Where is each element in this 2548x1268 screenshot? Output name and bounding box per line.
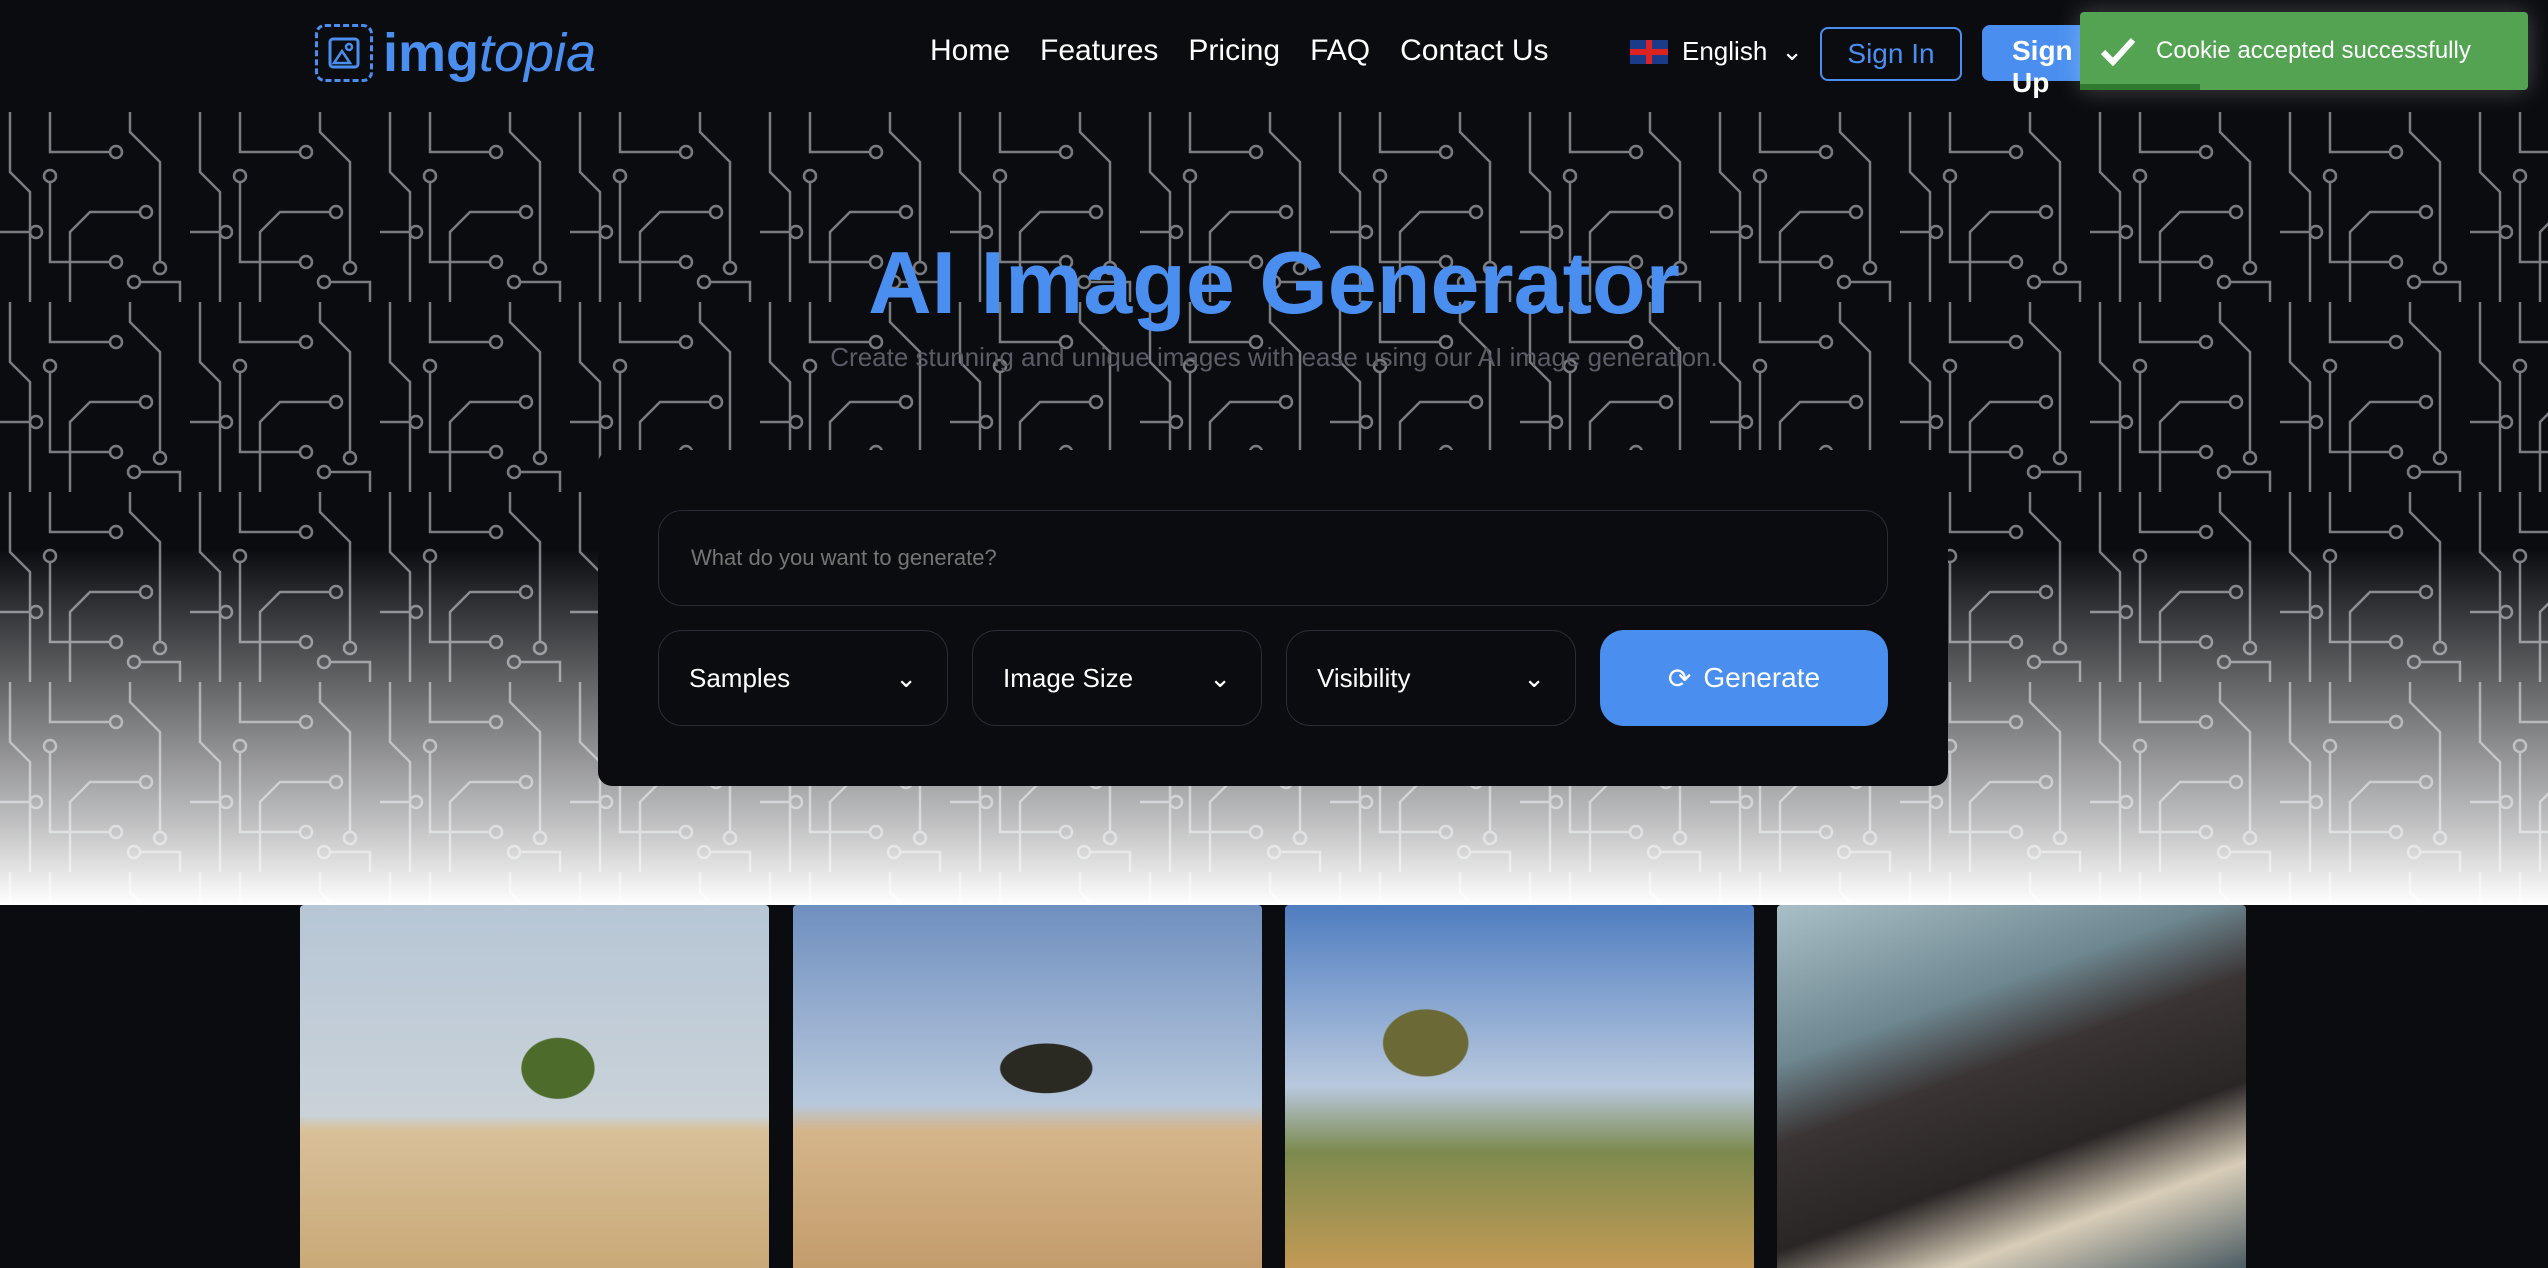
generator-card: Samples ⌄ Image Size ⌄ Visibility ⌄ ⟳ Genera… — [598, 450, 1948, 786]
chevron-down-icon: ⌄ — [895, 662, 917, 693]
visibility-select[interactable]: Visibility ⌄ — [1286, 630, 1576, 726]
nav-pricing[interactable]: Pricing — [1188, 34, 1280, 68]
gallery-image-desert-tree[interactable] — [300, 905, 769, 1268]
logo-text-bold: img — [383, 23, 480, 83]
image-size-label: Image Size — [1003, 662, 1134, 693]
samples-select[interactable]: Samples ⌄ — [658, 630, 948, 726]
prompt-input[interactable] — [658, 510, 1888, 606]
nav-home[interactable]: Home — [930, 34, 1010, 68]
language-selector[interactable]: English ⌄ — [1630, 36, 1803, 67]
toast-progress — [2080, 84, 2200, 90]
generate-button[interactable]: ⟳ Generate — [1600, 630, 1888, 726]
generate-label: Generate — [1703, 662, 1821, 693]
image-icon — [315, 24, 373, 82]
visibility-label: Visibility — [1317, 662, 1411, 693]
page-title: AI Image Generator — [868, 233, 1680, 332]
image-size-select[interactable]: Image Size ⌄ — [972, 630, 1262, 726]
logo[interactable]: imgtopia — [315, 22, 596, 84]
chevron-down-icon: ⌄ — [1209, 662, 1231, 693]
nav-contact[interactable]: Contact Us — [1400, 34, 1548, 68]
language-label: English — [1682, 36, 1768, 66]
refresh-icon: ⟳ — [1667, 662, 1692, 694]
chevron-down-icon: ⌄ — [1781, 36, 1804, 66]
nav-faq[interactable]: FAQ — [1310, 34, 1370, 68]
checkmark-icon — [2100, 37, 2136, 66]
samples-label: Samples — [689, 662, 791, 693]
logo-text-italic: topia — [479, 23, 597, 83]
chevron-down-icon: ⌄ — [1523, 662, 1545, 693]
gallery-image-savanna-tree[interactable] — [1285, 905, 1754, 1268]
gallery-image-mountain-coast[interactable] — [1777, 905, 2246, 1268]
cookie-toast[interactable]: Cookie accepted successfully — [2080, 12, 2528, 90]
toast-message: Cookie accepted successfully — [2156, 37, 2471, 64]
gallery-image-acacia-dunes[interactable] — [793, 905, 1262, 1268]
sign-in-button[interactable]: Sign In — [1820, 27, 1962, 81]
uk-flag-icon — [1630, 39, 1668, 64]
page-subtitle: Create stunning and unique images with e… — [830, 342, 1718, 372]
nav-features[interactable]: Features — [1040, 34, 1158, 68]
